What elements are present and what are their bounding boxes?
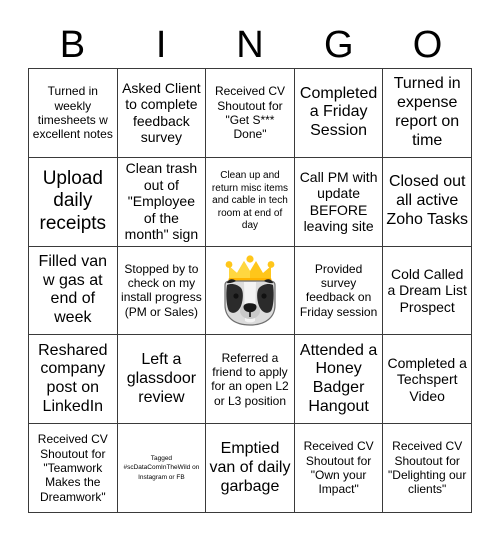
bingo-cell[interactable]: Asked Client to complete feedback survey [117, 69, 207, 158]
bingo-cell-text: Received CV Shoutout for "Delighting our… [388, 439, 467, 497]
bingo-cell[interactable]: Closed out all active Zoho Tasks [383, 157, 472, 247]
bingo-cell-text: Clean up and return misc items and cable… [211, 170, 289, 232]
bingo-cell[interactable]: Attended a Honey Badger Hangout [294, 335, 384, 425]
header-letter-b: B [59, 24, 86, 66]
bingo-cell-text: Asked Client to complete feedback survey [122, 79, 201, 146]
bingo-cell-text: Referred a friend to apply for an open L… [211, 350, 289, 408]
bingo-cell[interactable]: Left a glassdoor review [117, 335, 207, 425]
bingo-cell-text: Turned in expense report on time [393, 75, 461, 149]
bingo-cell[interactable]: Referred a friend to apply for an open L… [206, 335, 295, 425]
bingo-cell-text: Received CV Shoutout for "Own your Impac… [303, 439, 374, 497]
bingo-cell-text: Closed out all active Zoho Tasks [386, 173, 468, 229]
bingo-card-page: B I N G O Turned in weekly timesheets w … [0, 0, 500, 544]
bingo-cell-text: Tagged #scDataComInTheWild on Instagram … [123, 454, 200, 481]
bingo-cell[interactable]: Turned in expense report on time [383, 69, 472, 158]
bingo-cell[interactable]: Clean trash out of "Employee of the mont… [117, 157, 207, 247]
header-letter-i: I [155, 24, 167, 66]
bingo-cell-text: Emptied van of daily garbage [209, 439, 291, 495]
bingo-header: B I N G O [28, 22, 472, 68]
header-letter-n: N [236, 24, 264, 66]
bingo-cell-text: Clean trash out of "Employee of the mont… [124, 160, 199, 243]
bingo-cell-text: Received CV Shoutout for "Get S*** Done" [214, 84, 285, 142]
header-letter-g: G [324, 24, 354, 66]
bingo-cell[interactable]: Clean up and return misc items and cable… [206, 157, 295, 247]
bingo-cell-text: Provided survey feedback on Friday sessi… [299, 261, 378, 319]
bingo-cell[interactable]: Filled van w gas at end of week [29, 246, 118, 336]
badger-with-crown-icon [206, 247, 294, 335]
bingo-cell-text: Completed a Friday Session [299, 84, 378, 140]
bingo-cell-text: Stopped by to check on my install progre… [121, 261, 202, 319]
header-letter-o: O [412, 24, 443, 66]
bingo-grid: Turned in weekly timesheets w excellent … [28, 68, 472, 513]
bingo-cell-text: Turned in weekly timesheets w excellent … [32, 84, 113, 142]
bingo-cell-text: Call PM with update BEFORE leaving site [299, 168, 378, 235]
bingo-cell[interactable]: Call PM with update BEFORE leaving site [294, 157, 384, 247]
bingo-cell-text: Completed a Techspert Video [387, 354, 467, 404]
bingo-cell-text: Upload daily receipts [39, 167, 107, 235]
bingo-cell[interactable]: Reshared company post on LinkedIn [29, 335, 118, 425]
bingo-cell-text: Left a glassdoor review [126, 350, 197, 406]
bingo-cell[interactable]: Completed a Techspert Video [383, 335, 472, 425]
bingo-cell[interactable]: Upload daily receipts [29, 157, 118, 247]
bingo-cell[interactable]: Tagged #scDataComInTheWild on Instagram … [117, 424, 207, 513]
bingo-cell-text: Reshared company post on LinkedIn [38, 341, 108, 416]
bingo-cell[interactable]: Emptied van of daily garbage [206, 424, 295, 513]
bingo-cell-text: Cold Called a Dream List Prospect [387, 265, 467, 315]
bingo-cell[interactable]: Stopped by to check on my install progre… [117, 246, 207, 336]
bingo-cell[interactable]: Received CV Shoutout for "Get S*** Done" [206, 69, 295, 158]
bingo-cell-free-space[interactable] [206, 246, 295, 336]
bingo-cell[interactable]: Received CV Shoutout for "Own your Impac… [294, 424, 384, 513]
bingo-cell[interactable]: Provided survey feedback on Friday sessi… [294, 246, 384, 336]
bingo-cell[interactable]: Cold Called a Dream List Prospect [383, 246, 472, 336]
bingo-cell[interactable]: Received CV Shoutout for "Teamwork Makes… [29, 424, 118, 513]
bingo-cell[interactable]: Received CV Shoutout for "Delighting our… [383, 424, 472, 513]
bingo-cell-text: Attended a Honey Badger Hangout [299, 341, 378, 416]
bingo-cell[interactable]: Completed a Friday Session [294, 69, 384, 158]
bingo-cell[interactable]: Turned in weekly timesheets w excellent … [29, 69, 118, 158]
bingo-cell-text: Received CV Shoutout for "Teamwork Makes… [37, 432, 108, 504]
bingo-cell-text: Filled van w gas at end of week [38, 252, 108, 327]
